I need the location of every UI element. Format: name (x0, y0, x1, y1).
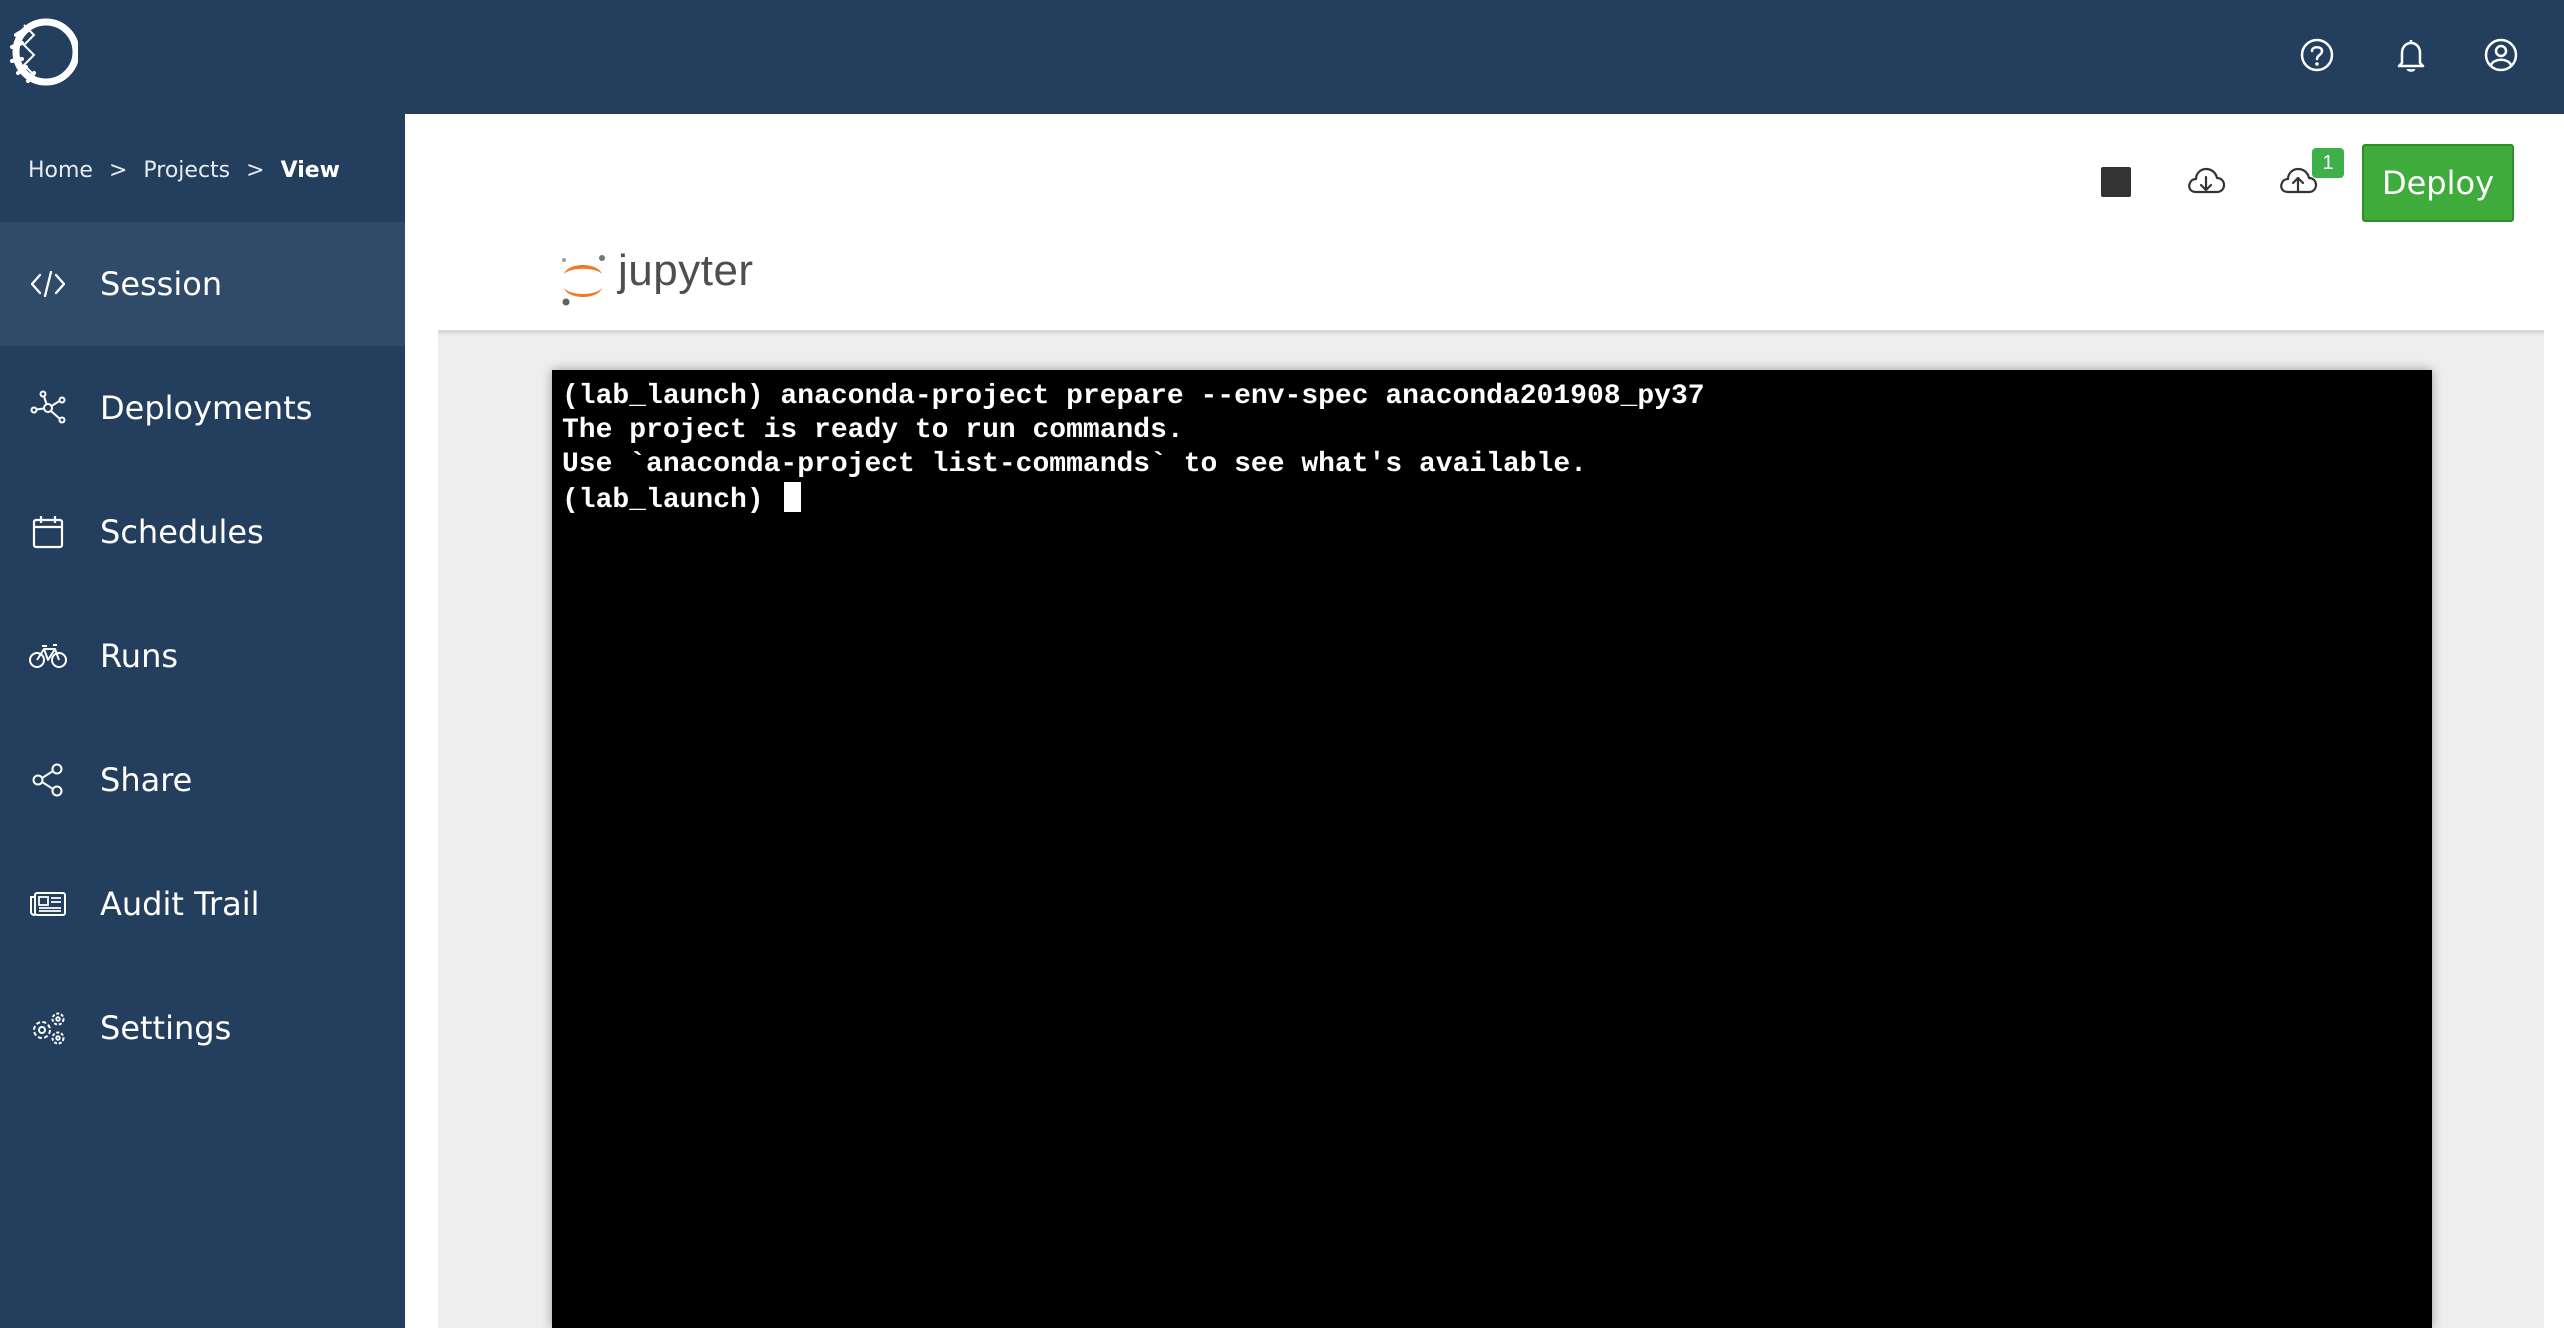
breadcrumb-separator: > (246, 157, 265, 183)
sidebar-item-audit-trail[interactable]: Audit Trail (0, 842, 405, 966)
calendar-icon (28, 512, 68, 552)
breadcrumb-separator: > (108, 157, 128, 183)
sidebar-item-label: Runs (100, 637, 179, 675)
jupyter-logo-icon[interactable] (558, 250, 610, 310)
sidebar-item-settings[interactable]: Settings (0, 966, 405, 1090)
newspaper-icon (28, 884, 68, 924)
stop-session-button[interactable] (2094, 160, 2138, 204)
terminal-prompt: (lab_launch) (562, 485, 781, 516)
sidebar: Home > Projects > View Session Deploymen… (0, 114, 405, 1328)
terminal-line: Use `anaconda-project list-commands` to … (562, 449, 1587, 480)
upload-count-badge: 1 (2312, 148, 2344, 178)
terminal[interactable]: (lab_launch) anaconda-project prepare --… (552, 370, 2432, 1328)
deployments-icon (28, 388, 68, 428)
sidebar-item-label: Audit Trail (100, 885, 260, 923)
breadcrumb-current: View (280, 157, 341, 183)
sidebar-item-session[interactable]: Session (0, 222, 405, 346)
anaconda-logo-icon[interactable] (4, 15, 80, 89)
sidebar-item-label: Deployments (100, 389, 313, 427)
top-navbar (0, 0, 2564, 114)
terminal-cursor (784, 482, 802, 512)
breadcrumb: Home > Projects > View (28, 150, 340, 190)
deploy-button[interactable]: Deploy (2362, 144, 2514, 222)
sidebar-item-label: Schedules (100, 513, 264, 551)
sidebar-item-label: Session (100, 265, 223, 303)
code-icon (28, 264, 68, 304)
sidebar-item-share[interactable]: Share (0, 718, 405, 842)
share-icon (28, 760, 68, 800)
sidebar-item-runs[interactable]: Runs (0, 594, 405, 718)
breadcrumb-home[interactable]: Home (28, 158, 93, 183)
user-icon[interactable] (2482, 36, 2520, 74)
terminal-prompt-line: (lab_launch) (562, 482, 2422, 518)
breadcrumb-projects[interactable]: Projects (143, 158, 230, 183)
stop-icon (2101, 167, 2131, 197)
jupyter-wordmark: jupyter (618, 246, 754, 295)
gears-icon (28, 1008, 68, 1048)
sidebar-item-label: Settings (100, 1009, 232, 1047)
download-button[interactable] (2184, 160, 2228, 204)
terminal-line: The project is ready to run commands. (562, 415, 1184, 446)
sidebar-item-schedules[interactable]: Schedules (0, 470, 405, 594)
bicycle-icon (28, 636, 68, 676)
sidebar-item-label: Share (100, 761, 193, 799)
help-icon[interactable] (2298, 36, 2336, 74)
sidebar-item-deployments[interactable]: Deployments (0, 346, 405, 470)
bell-icon[interactable] (2392, 36, 2430, 74)
cloud-download-icon (2188, 167, 2226, 194)
terminal-line: (lab_launch) anaconda-project prepare --… (562, 381, 1705, 412)
